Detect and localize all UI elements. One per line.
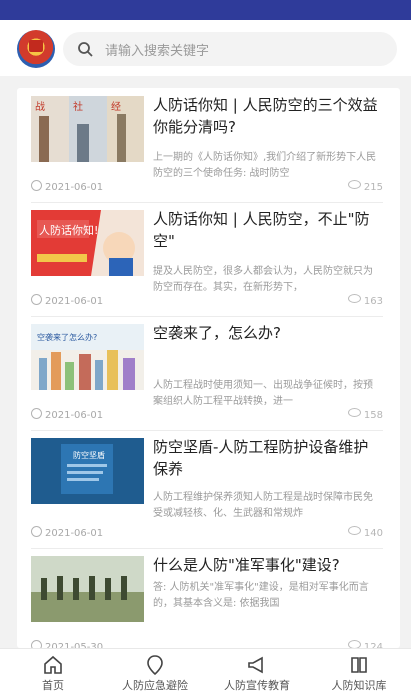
clock-icon bbox=[31, 408, 42, 419]
svg-text:防空坚盾: 防空坚盾 bbox=[73, 450, 105, 460]
article-thumbnail bbox=[31, 556, 144, 622]
article-summary: 答: 人防机关"准军事化"建设，是相对军事化而言的，其基本含义是: 依据我国 bbox=[153, 582, 369, 609]
article-date: 2021-06-01 bbox=[31, 294, 103, 307]
view-count: 215 bbox=[347, 180, 383, 193]
nav-home[interactable]: 首页 bbox=[2, 649, 104, 693]
eye-icon bbox=[347, 408, 361, 417]
article-thumbnail: 空袭来了怎么办? bbox=[31, 324, 144, 390]
svg-text:战: 战 bbox=[35, 101, 45, 113]
list-item[interactable]: 战 社 经 人防话你知 | 人民防空的三个效益你能分清吗? 上一期的《人防话你知… bbox=[31, 88, 383, 203]
article-date: 2021-06-01 bbox=[31, 526, 103, 539]
article-title: 防空坚盾-人防工程防护设备维护保养 bbox=[153, 438, 369, 478]
article-list: 战 社 经 人防话你知 | 人民防空的三个效益你能分清吗? 上一期的《人防话你知… bbox=[17, 88, 400, 648]
home-icon bbox=[44, 655, 62, 674]
svg-text:经: 经 bbox=[111, 100, 121, 113]
article-thumbnail: 人防话你知! bbox=[31, 210, 144, 276]
view-count: 124 bbox=[347, 640, 383, 648]
list-item[interactable]: 空袭来了怎么办? 空袭来了，怎么办? 人防工程战时使用须知一、出现战争征候时，按… bbox=[31, 316, 383, 431]
search-placeholder: 请输入搜索关键字 bbox=[105, 44, 210, 59]
article-date: 2021-05-30 bbox=[31, 640, 103, 648]
article-title: 什么是人防"准军事化"建设? bbox=[153, 556, 340, 574]
eye-icon bbox=[347, 294, 361, 303]
eye-icon bbox=[347, 526, 361, 535]
nav-knowledge-base[interactable]: 人防知识库 bbox=[308, 649, 410, 693]
eye-icon bbox=[347, 640, 361, 648]
view-count: 158 bbox=[347, 408, 383, 421]
list-item[interactable]: 什么是人防"准军事化"建设? 答: 人防机关"准军事化"建设，是相对军事化而言的… bbox=[31, 548, 383, 648]
list-item[interactable]: 防空坚盾 防空坚盾-人防工程防护设备维护保养 人防工程维护保养须知人防工程是战时… bbox=[31, 430, 383, 549]
bottom-navigation: 首页 人防应急避险 人防宣传教育 人防知识库 bbox=[0, 648, 411, 693]
search-icon bbox=[78, 42, 93, 57]
article-summary: 上一期的《人防话你知》,我们介绍了新形势下人民防空的三个使命任务: 战时防空 bbox=[153, 152, 377, 179]
article-thumbnail: 防空坚盾 bbox=[31, 438, 144, 504]
article-title: 人防话你知 | 人民防空，不止"防空" bbox=[153, 210, 370, 250]
clock-icon bbox=[31, 294, 42, 305]
clock-icon bbox=[31, 180, 42, 191]
article-title: 空袭来了，怎么办? bbox=[153, 324, 281, 342]
view-count: 163 bbox=[347, 294, 383, 307]
nav-emergency-shelter[interactable]: 人防应急避险 bbox=[104, 649, 206, 693]
article-date: 2021-06-01 bbox=[31, 408, 103, 421]
location-pin-icon bbox=[147, 655, 163, 676]
article-summary: 人防工程维护保养须知人防工程是战时保障市民免受或减轻核、化、生武器和常规炸 bbox=[153, 492, 373, 519]
article-summary: 提及人民防空，很多人都会认为，人民防空就只为防空而存在。其实，在新形势下， bbox=[153, 266, 373, 293]
list-item[interactable]: 人防话你知! 人防话你知 | 人民防空，不止"防空" 提及人民防空，很多人都会认… bbox=[31, 202, 383, 317]
clock-icon bbox=[31, 526, 42, 537]
article-thumbnail: 战 社 经 bbox=[31, 96, 144, 162]
article-title: 人防话你知 | 人民防空的三个效益你能分清吗? bbox=[153, 96, 378, 136]
eye-icon bbox=[347, 180, 361, 189]
megaphone-icon bbox=[248, 656, 263, 674]
svg-text:人防话你知!: 人防话你知! bbox=[39, 223, 98, 237]
nav-education[interactable]: 人防宣传教育 bbox=[206, 649, 308, 693]
civil-defense-logo bbox=[17, 30, 55, 68]
view-count: 140 bbox=[347, 526, 383, 539]
article-date: 2021-06-01 bbox=[31, 180, 103, 193]
article-summary: 人防工程战时使用须知一、出现战争征候时，按预案组织人防工程平战转换，进一 bbox=[153, 380, 373, 407]
header: 请输入搜索关键字 bbox=[0, 20, 411, 76]
search-bar[interactable]: 请输入搜索关键字 bbox=[63, 32, 397, 66]
status-bar bbox=[0, 0, 411, 20]
svg-text:社: 社 bbox=[73, 100, 83, 113]
clock-icon bbox=[31, 640, 42, 648]
book-icon bbox=[351, 657, 367, 673]
svg-text:空袭来了怎么办?: 空袭来了怎么办? bbox=[37, 332, 97, 342]
